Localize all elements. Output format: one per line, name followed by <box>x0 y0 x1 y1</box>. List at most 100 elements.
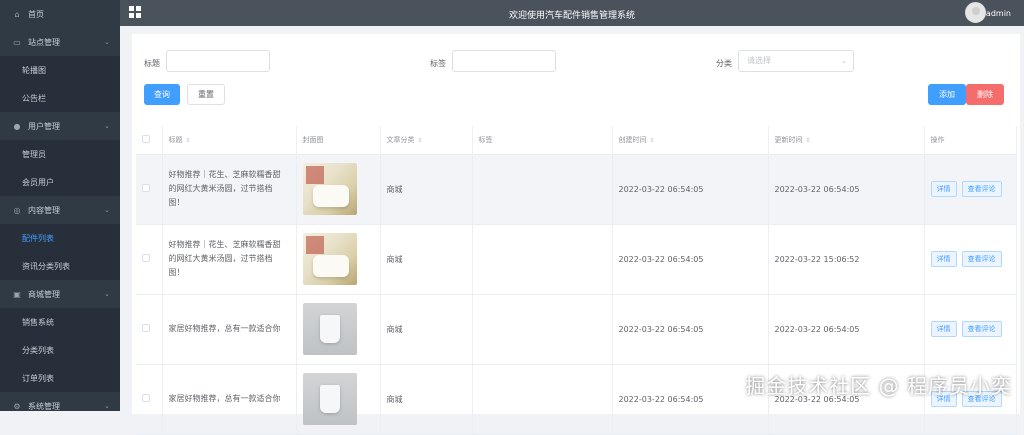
cover-image <box>302 163 357 215</box>
sidebar-subitem[interactable]: 公告栏 <box>0 84 120 112</box>
sort-icon: ⇕ <box>805 136 811 144</box>
sidebar: ⌂ 首页 ▭ 站点管理 ⌄ 轮播图公告栏 ● 用户管理 ⌄ 管理员会员用户 ◎ 内容管理 ⌄ 配件列表资讯… <box>0 0 120 411</box>
sidebar-group[interactable]: ▣ 商城管理 ⌄ <box>0 280 120 308</box>
sidebar-subitem-label: 轮播图 <box>22 65 46 75</box>
sidebar-item-label: 内容管理 <box>28 205 60 215</box>
title-filter-input[interactable] <box>166 50 270 72</box>
sidebar-subitem[interactable]: 分类列表 <box>0 336 120 364</box>
sidebar-item-label: 用户管理 <box>28 121 60 131</box>
column-header[interactable]: 文章分类 ⇕ <box>380 126 473 155</box>
sidebar-group[interactable]: ● 用户管理 ⌄ <box>0 112 120 140</box>
column-header[interactable]: 标题 ⇕ <box>162 126 297 155</box>
article-title: 家居好物推荐，总有一款适合你 <box>168 324 281 333</box>
sort-icon: ⇕ <box>649 136 655 144</box>
row-select-cell <box>136 154 163 225</box>
column-header: 标签 <box>472 126 613 155</box>
column-header: 操作 <box>924 126 1017 155</box>
tag-cell <box>472 224 613 295</box>
column-header[interactable]: 创建时间 ⇕ <box>612 126 769 155</box>
category-select-placeholder: 请选择 <box>747 56 771 65</box>
sidebar-item-label: 站点管理 <box>28 37 60 47</box>
detail-button[interactable]: 详情 <box>930 181 957 197</box>
tag-cell <box>472 294 613 365</box>
row-select-cell <box>136 364 163 435</box>
view-comments-button[interactable]: 查看评论 <box>961 321 1002 337</box>
sidebar-subitem-label: 会员用户 <box>22 177 54 187</box>
actions-cell: 详情 查看评论 <box>924 294 1017 365</box>
chevron-down-icon: ⌄ <box>104 206 110 214</box>
user-icon: ● <box>13 121 21 131</box>
row-checkbox[interactable] <box>142 324 150 332</box>
cover-image <box>302 373 357 425</box>
app-title: 欢迎使用汽车配件销售管理系统 <box>508 11 635 21</box>
tag-filter-input[interactable] <box>452 50 556 72</box>
sidebar-subitem[interactable]: 管理员 <box>0 140 120 168</box>
detail-button[interactable]: 详情 <box>930 321 957 337</box>
table-row[interactable]: 家居好物推荐，总有一款适合你 商城 2022-03-22 06:54:05 2022-… <box>136 294 1017 365</box>
row-checkbox[interactable] <box>142 394 150 402</box>
category-filter-label: 分类 <box>716 59 732 68</box>
sort-icon: ⇕ <box>185 136 191 144</box>
sidebar-item[interactable]: ⌂ 首页 <box>0 0 120 28</box>
sidebar-subitem[interactable]: 会员用户 <box>0 168 120 196</box>
sidebar-subitem[interactable]: 配件列表 <box>0 224 120 252</box>
title-cell: 好物推荐｜花生、芝麻软糯香甜的网红大黄米汤圆，过节搭档图！ <box>162 224 297 295</box>
cover-image <box>302 233 357 285</box>
cover-cell <box>296 294 381 365</box>
category-cell: 商城 <box>380 224 473 295</box>
tag-cell <box>472 364 613 435</box>
updated-cell: 2022-03-22 15:06:52 <box>768 224 925 295</box>
sidebar-group[interactable]: ◎ 内容管理 ⌄ <box>0 196 120 224</box>
created-cell: 2022-03-22 06:54:05 <box>612 154 769 225</box>
actions-cell: 详情 查看评论 <box>924 224 1017 295</box>
category-cell: 商城 <box>380 364 473 435</box>
sidebar-subitem[interactable]: 轮播图 <box>0 56 120 84</box>
updated-cell: 2022-03-22 06:54:05 <box>768 154 925 225</box>
category-cell: 商城 <box>380 154 473 225</box>
avatar[interactable] <box>965 2 986 23</box>
select-all-checkbox[interactable] <box>142 134 150 143</box>
tag-filter-label: 标签 <box>430 59 446 68</box>
sidebar-group[interactable]: ▭ 站点管理 ⌄ <box>0 28 120 56</box>
category-cell: 商城 <box>380 294 473 365</box>
query-button[interactable]: 查询 <box>144 84 180 105</box>
username[interactable]: admin <box>986 9 1011 18</box>
row-checkbox[interactable] <box>142 184 150 192</box>
sidebar-subitem[interactable]: 资讯分类列表 <box>0 252 120 280</box>
sidebar-subitem-label: 分类列表 <box>22 345 54 355</box>
reset-button[interactable]: 重置 <box>187 84 225 105</box>
sidebar-subitem-label: 销售系统 <box>22 317 54 327</box>
table-row[interactable]: 好物推荐｜花生、芝麻软糯香甜的网红大黄米汤圆，过节搭档图！ 商城 2022-03-2… <box>136 154 1017 225</box>
article-title: 家居好物推荐，总有一款适合你 <box>168 394 281 403</box>
sidebar-subitem[interactable]: 销售系统 <box>0 308 120 336</box>
view-comments-button[interactable]: 查看评论 <box>961 181 1002 197</box>
home-icon: ⌂ <box>14 9 20 19</box>
actions-cell: 详情 查看评论 <box>924 154 1017 225</box>
sidebar-subitem[interactable]: 订单列表 <box>0 364 120 392</box>
updated-cell: 2022-03-22 06:54:05 <box>768 294 925 365</box>
sidebar-subitem-label: 资讯分类列表 <box>22 261 70 271</box>
category-select[interactable]: 请选择 ⌄ <box>738 50 854 72</box>
sidebar-subitem-label: 配件列表 <box>22 233 54 243</box>
row-select-cell <box>136 224 163 295</box>
column-header: 封面图 <box>296 126 381 155</box>
column-header[interactable]: 更新时间 ⇕ <box>768 126 925 155</box>
chevron-down-icon: ⌄ <box>104 290 110 298</box>
cover-image <box>302 303 357 355</box>
sidebar-group[interactable]: ⚙ 系统管理 ⌄ <box>0 392 120 420</box>
sort-icon: ⇕ <box>417 136 423 144</box>
content-panel: 标题 标签 分类 请选择 ⌄ 查询 重置 添加 删除 标题 ⇕ 封面图 文章分类 ⇕… <box>132 34 1020 435</box>
sidebar-item-label: 商城管理 <box>28 289 60 299</box>
title-cell: 家居好物推荐，总有一款适合你 <box>162 294 297 365</box>
detail-button[interactable]: 详情 <box>930 251 957 267</box>
table-row[interactable]: 好物推荐｜花生、芝麻软糯香甜的网红大黄米汤圆，过节搭档图！ 商城 2022-03-2… <box>136 224 1017 295</box>
content-icon: ◎ <box>13 205 21 215</box>
title-cell: 好物推荐｜花生、芝麻软糯香甜的网红大黄米汤圆，过节搭档图！ <box>162 154 297 225</box>
cover-cell <box>296 154 381 225</box>
settings-icon: ⚙ <box>13 401 21 411</box>
row-checkbox[interactable] <box>142 254 150 262</box>
delete-button[interactable]: 删除 <box>966 84 1004 105</box>
add-button[interactable]: 添加 <box>928 84 966 105</box>
view-comments-button[interactable]: 查看评论 <box>961 251 1002 267</box>
main-content: 标题 标签 分类 请选择 ⌄ 查询 重置 添加 删除 标题 ⇕ 封面图 文章分类 ⇕… <box>120 26 1024 435</box>
